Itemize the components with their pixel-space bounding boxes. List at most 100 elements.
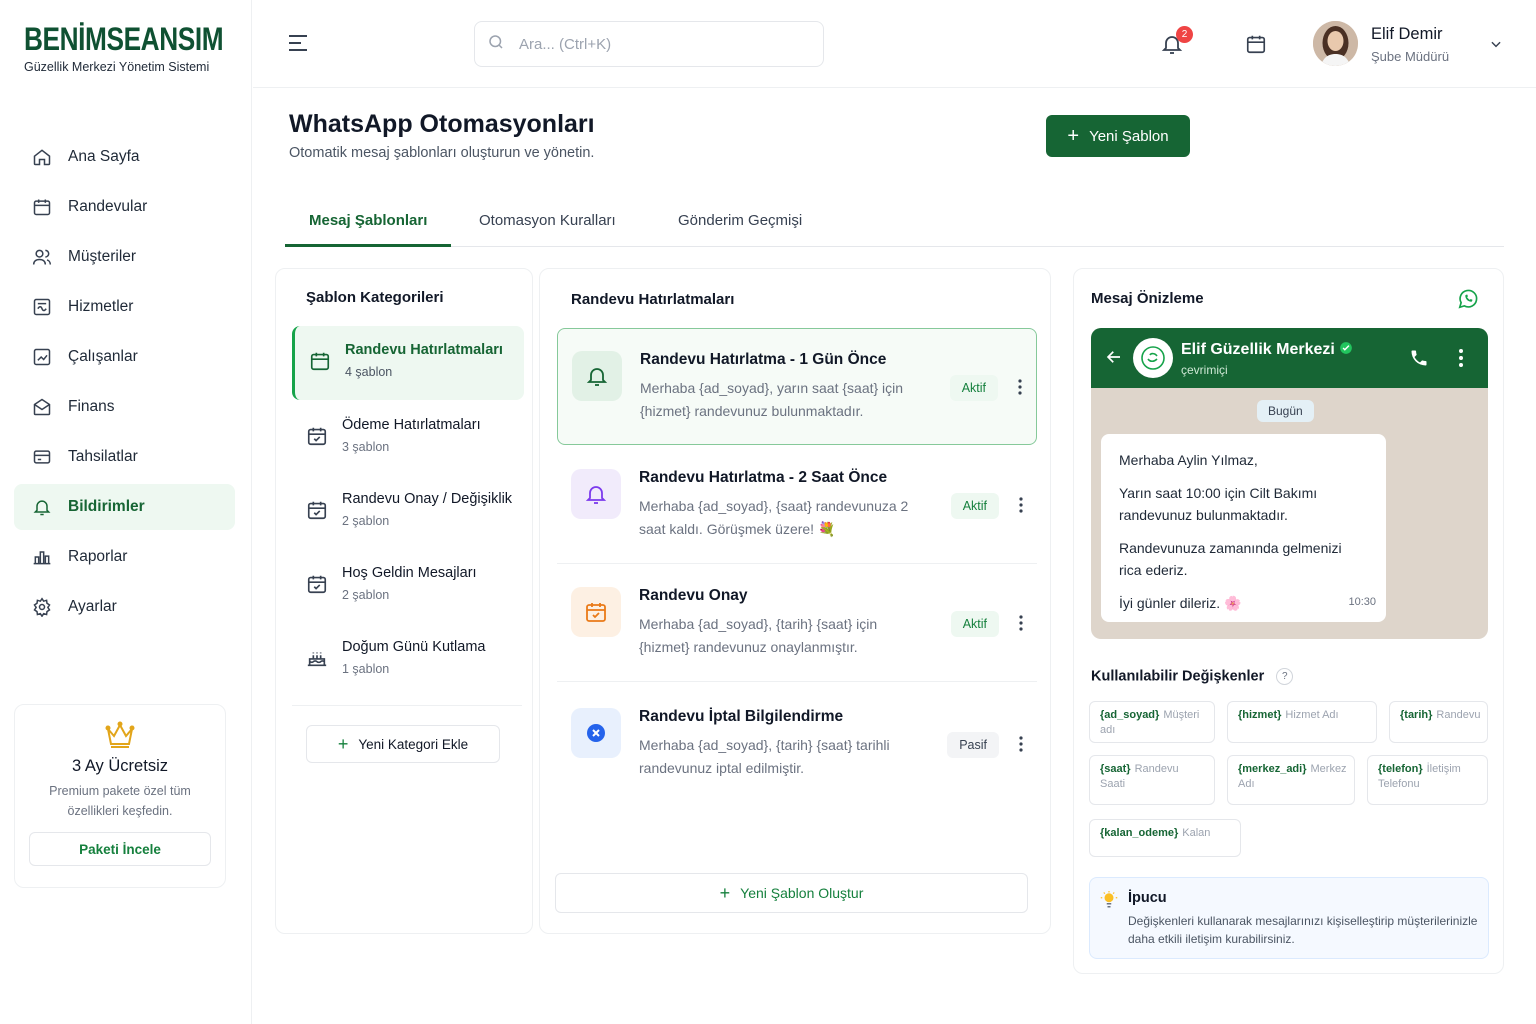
calendar-check-icon bbox=[571, 587, 621, 637]
sidebar-item-randevular[interactable]: Randevular bbox=[14, 184, 235, 230]
calendar-icon[interactable] bbox=[1245, 33, 1267, 60]
top-bar: Ara... (Ctrl+K) 2 Elif Demir Şube Müdürü bbox=[253, 0, 1536, 88]
sidebar-nav: Ana Sayfa Randevular Müşteriler Hizmetle… bbox=[14, 134, 235, 634]
sidebar-item-musteriler[interactable]: Müşteriler bbox=[14, 234, 235, 280]
view-package-button[interactable]: Paketi İncele bbox=[29, 832, 211, 866]
more-options-icon[interactable] bbox=[1459, 349, 1463, 372]
sidebar: BENİMSEANSIM Güzellik Merkezi Yönetim Si… bbox=[0, 0, 252, 1024]
categories-title: Şablon Kategorileri bbox=[306, 289, 444, 306]
category-name: Doğum Günü Kutlama bbox=[342, 639, 486, 655]
chart-icon bbox=[32, 547, 52, 567]
sidebar-item-raporlar[interactable]: Raporlar bbox=[14, 534, 235, 580]
more-options-icon[interactable] bbox=[1018, 379, 1022, 400]
calendar-icon bbox=[309, 342, 331, 400]
whatsapp-icon bbox=[1457, 288, 1479, 315]
sidebar-item-finans[interactable]: Finans bbox=[14, 384, 235, 430]
category-item[interactable]: Randevu Onay / Değişiklik 2 şablon bbox=[292, 475, 524, 549]
gear-icon bbox=[32, 597, 52, 617]
status-badge: Aktif bbox=[949, 375, 998, 401]
sidebar-item-label: Ana Sayfa bbox=[68, 148, 140, 165]
category-count: 3 şablon bbox=[342, 440, 390, 454]
sidebar-item-calisanlar[interactable]: Çalışanlar bbox=[14, 334, 235, 380]
variable-chip[interactable]: {hizmet} Hizmet Adı bbox=[1227, 701, 1377, 743]
tab-send-history[interactable]: Gönderim Geçmişi bbox=[678, 212, 802, 229]
variable-chip[interactable]: {kalan_odeme} Kalan bbox=[1089, 819, 1241, 857]
template-body: Merhaba {ad_soyad}, {tarih} {saat} için … bbox=[639, 616, 878, 655]
template-card[interactable]: Randevu Onay Merhaba {ad_soyad}, {tarih} … bbox=[557, 565, 1037, 682]
sidebar-item-hizmetler[interactable]: Hizmetler bbox=[14, 284, 235, 330]
home-icon bbox=[32, 147, 52, 167]
message-bubble: Merhaba Aylin Yılmaz, Yarın saat 10:00 i… bbox=[1101, 434, 1386, 622]
tab-message-templates[interactable]: Mesaj Şablonları bbox=[309, 212, 427, 229]
variable-chip[interactable]: {ad_soyad} Müşteri adı bbox=[1089, 701, 1215, 743]
avatar[interactable] bbox=[1313, 21, 1358, 66]
sidebar-item-label: Finans bbox=[68, 398, 115, 415]
back-arrow-icon[interactable] bbox=[1105, 348, 1123, 371]
create-template-button[interactable]: + Yeni Şablon Oluştur bbox=[555, 873, 1028, 913]
search-placeholder: Ara... (Ctrl+K) bbox=[519, 35, 612, 53]
variable-chip[interactable]: {telefon} İletişim Telefonu bbox=[1367, 755, 1488, 805]
business-name: Elif Güzellik Merkezi bbox=[1181, 341, 1353, 359]
template-body: Merhaba {ad_soyad}, yarın saat {saat} iç… bbox=[640, 380, 904, 419]
page-title: WhatsApp Otomasyonları bbox=[289, 110, 595, 138]
template-card[interactable]: Randevu İptal Bilgilendirme Merhaba {ad_s… bbox=[557, 686, 1037, 803]
chat-header: Elif Güzellik Merkezi çevrimiçi bbox=[1091, 328, 1488, 388]
new-template-label: Yeni Şablon bbox=[1089, 127, 1169, 145]
sidebar-item-ayarlar[interactable]: Ayarlar bbox=[14, 584, 235, 630]
plus-icon: + bbox=[1067, 124, 1080, 147]
search-input[interactable]: Ara... (Ctrl+K) bbox=[474, 21, 824, 67]
variable-chip[interactable]: {tarih} Randevu bbox=[1389, 701, 1488, 743]
more-options-icon[interactable] bbox=[1019, 615, 1023, 636]
template-card[interactable]: Randevu Hatırlatma - 2 Saat Önce Merhaba … bbox=[557, 447, 1037, 564]
sidebar-item-ana-sayfa[interactable]: Ana Sayfa bbox=[14, 134, 235, 180]
whatsapp-preview: Elif Güzellik Merkezi çevrimiçi Bugün Me… bbox=[1091, 328, 1488, 639]
bell-icon bbox=[32, 497, 52, 517]
calendar-icon bbox=[32, 197, 52, 217]
variable-chip[interactable]: {saat} Randevu Saati bbox=[1089, 755, 1215, 805]
category-item[interactable]: Ödeme Hatırlatmaları 3 şablon bbox=[292, 401, 524, 475]
phone-icon[interactable] bbox=[1409, 348, 1429, 373]
category-item[interactable]: Randevu Hatırlatmaları 4 şablon bbox=[292, 326, 524, 400]
templates-panel: Randevu Hatırlatmaları Randevu Hatırlatm… bbox=[539, 268, 1051, 934]
plus-icon: + bbox=[337, 733, 349, 754]
verified-icon bbox=[1340, 342, 1353, 354]
help-icon[interactable]: ? bbox=[1276, 668, 1294, 685]
preview-panel: Mesaj Önizleme Elif Güzellik Merkezi çev… bbox=[1073, 268, 1504, 974]
tab-automation-rules[interactable]: Otomasyon Kuralları bbox=[479, 212, 616, 229]
category-item[interactable]: Doğum Günü Kutlama 1 şablon bbox=[292, 623, 524, 697]
add-category-button[interactable]: + Yeni Kategori Ekle bbox=[306, 725, 500, 763]
calendar-check-icon bbox=[306, 417, 328, 475]
category-count: 1 şablon bbox=[342, 662, 390, 676]
category-name: Hoş Geldin Mesajları bbox=[342, 565, 477, 581]
brand-subtitle: Güzellik Merkezi Yönetim Sistemi bbox=[24, 60, 210, 74]
search-icon bbox=[487, 33, 505, 56]
lightbulb-icon bbox=[1100, 890, 1118, 915]
business-logo bbox=[1133, 338, 1173, 378]
create-template-label: Yeni Şablon Oluştur bbox=[740, 885, 864, 901]
status-badge: Pasif bbox=[947, 732, 999, 758]
sidebar-item-label: Raporlar bbox=[68, 548, 128, 565]
variable-chip[interactable]: {merkez_adi} Merkez Adı bbox=[1227, 755, 1355, 805]
divider bbox=[292, 705, 522, 706]
services-icon bbox=[32, 297, 52, 317]
user-role: Şube Müdürü bbox=[1371, 49, 1450, 64]
chevron-down-icon[interactable] bbox=[1489, 37, 1503, 56]
sidebar-item-label: Bildirimler bbox=[68, 498, 145, 515]
template-name: Randevu Hatırlatma - 2 Saat Önce bbox=[639, 469, 888, 486]
category-item[interactable]: Hoş Geldin Mesajları 2 şablon bbox=[292, 549, 524, 623]
more-options-icon[interactable] bbox=[1019, 736, 1023, 757]
calendar-check-icon bbox=[306, 565, 328, 623]
plus-icon: + bbox=[719, 882, 731, 903]
menu-toggle-icon[interactable] bbox=[287, 34, 309, 57]
brand-logo[interactable]: BENİMSEANSIM Güzellik Merkezi Yönetim Si… bbox=[24, 22, 267, 74]
more-options-icon[interactable] bbox=[1019, 497, 1023, 518]
promo-title: 3 Ay Ücretsiz bbox=[72, 757, 168, 775]
tip-box: İpucu Değişkenleri kullanarak mesajların… bbox=[1089, 877, 1489, 959]
new-template-button[interactable]: + Yeni Şablon bbox=[1046, 115, 1190, 157]
sidebar-item-tahsilatlar[interactable]: Tahsilatlar bbox=[14, 434, 235, 480]
message-line: Yarın saat 10:00 için Cilt Bakımı randev… bbox=[1119, 485, 1318, 523]
sidebar-item-bildirimler[interactable]: Bildirimler bbox=[14, 484, 235, 530]
staff-icon bbox=[32, 347, 52, 367]
template-card[interactable]: Randevu Hatırlatma - 1 Gün Önce Merhaba {… bbox=[557, 328, 1037, 445]
calendar-check-icon bbox=[306, 491, 328, 549]
